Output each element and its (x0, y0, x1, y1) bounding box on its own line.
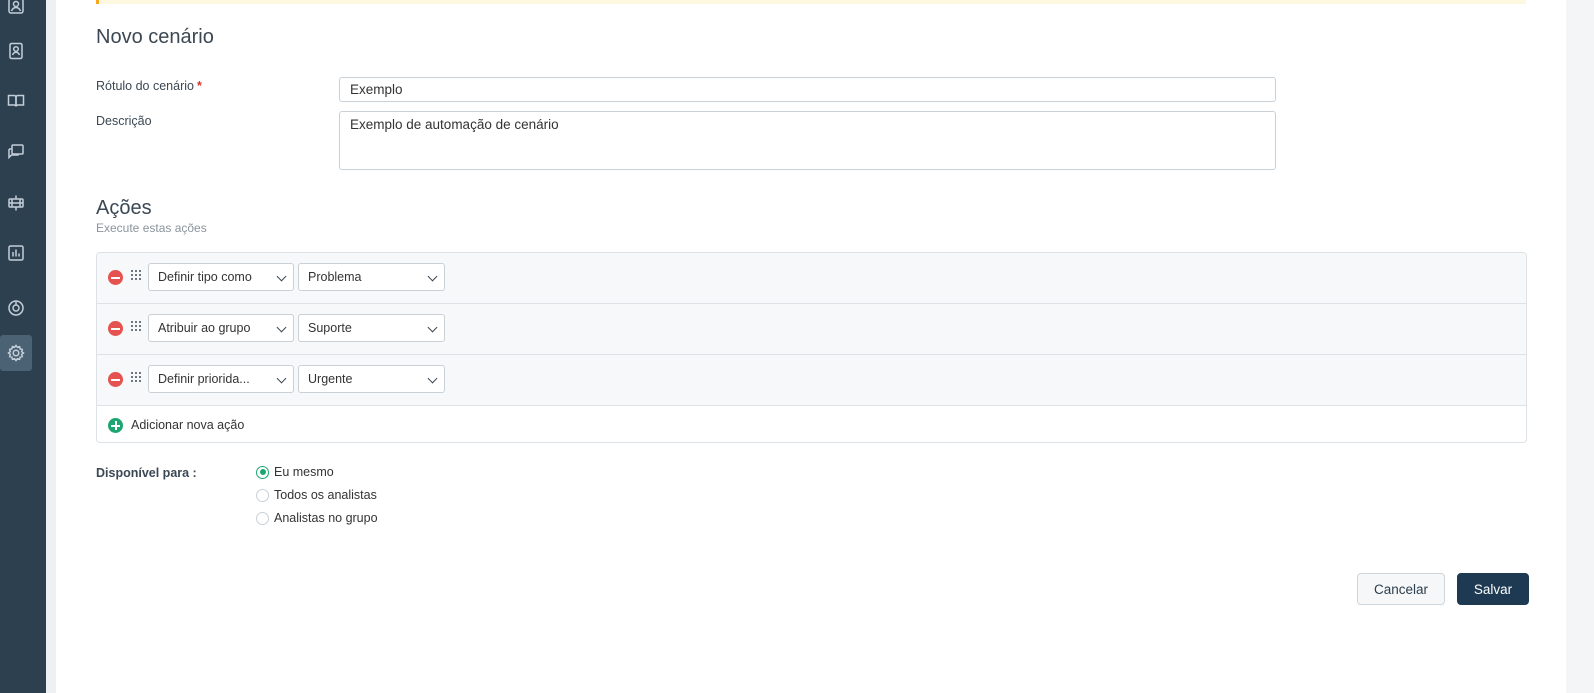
action-type-value: Atribuir ao grupo (158, 321, 251, 335)
remove-action-button[interactable] (108, 270, 123, 285)
contact-icon[interactable] (0, 0, 32, 24)
drag-handle-icon[interactable] (131, 270, 143, 282)
chevron-down-icon (427, 373, 438, 384)
actions-section-subtitle: Execute estas ações (96, 221, 207, 235)
reports-icon[interactable] (0, 235, 32, 271)
action-value: Suporte (308, 321, 352, 335)
chevron-down-icon (276, 322, 287, 333)
action-value-select[interactable]: Problema (298, 263, 445, 291)
chevron-down-icon (276, 271, 287, 282)
drag-handle-icon[interactable] (131, 372, 143, 384)
action-type-value: Definir priorida... (158, 372, 250, 386)
settings-icon[interactable] (0, 335, 32, 371)
action-row: Atribuir ao grupo Suporte (97, 304, 1526, 355)
action-type-select[interactable]: Definir tipo como (148, 263, 294, 291)
scenario-label-input[interactable]: Exemplo (339, 77, 1276, 102)
scenario-form-panel: Novo cenário Rótulo do cenário * Exemplo … (56, 0, 1566, 693)
action-row: Definir tipo como Problema (97, 253, 1526, 304)
action-type-select[interactable]: Definir priorida... (148, 365, 294, 393)
radio-option-label: Todos os analistas (274, 488, 377, 502)
radio-button[interactable] (256, 488, 269, 502)
actions-section-title: Ações (96, 197, 152, 219)
action-value-select[interactable]: Urgente (298, 365, 445, 393)
chevron-down-icon (276, 373, 287, 384)
description-label: Descrição (96, 114, 152, 128)
add-action-label[interactable]: Adicionar nova ação (131, 418, 244, 432)
radio-option-me[interactable]: Eu mesmo (256, 463, 334, 481)
action-type-select[interactable]: Atribuir ao grupo (148, 314, 294, 342)
save-button[interactable]: Salvar (1457, 573, 1529, 605)
action-value: Problema (308, 270, 362, 284)
action-type-value: Definir tipo como (158, 270, 252, 284)
admin-icon[interactable] (0, 185, 32, 221)
radio-option-label: Analistas no grupo (274, 511, 378, 525)
scenario-label-label: Rótulo do cenário * (96, 79, 202, 93)
right-gutter (1566, 0, 1594, 693)
availability-label: Disponível para : (96, 466, 197, 480)
remove-action-button[interactable] (108, 372, 123, 387)
cancel-button[interactable]: Cancelar (1357, 573, 1445, 605)
chat-icon[interactable] (0, 290, 32, 326)
scenario-label-text: Rótulo do cenário (96, 79, 194, 93)
sidebar (0, 0, 46, 693)
radio-option-label: Eu mesmo (274, 465, 334, 479)
remove-action-button[interactable] (108, 321, 123, 336)
warning-banner (96, 0, 1526, 4)
page-title: Novo cenário (96, 26, 214, 48)
contact-card-icon[interactable] (0, 33, 32, 69)
description-textarea[interactable]: Exemplo de automação de cenário (339, 111, 1276, 170)
chevron-down-icon (427, 271, 438, 282)
radio-option-all-agents[interactable]: Todos os analistas (256, 486, 377, 504)
radio-button-checked[interactable] (256, 465, 269, 479)
action-row: Definir priorida... Urgente (97, 355, 1526, 406)
required-mark: * (196, 79, 202, 93)
add-action-icon[interactable] (108, 418, 123, 433)
content-gutter (46, 0, 56, 693)
drag-handle-icon[interactable] (131, 321, 143, 333)
knowledge-book-icon[interactable] (0, 83, 32, 119)
add-action-row[interactable]: Adicionar nova ação (97, 406, 1526, 442)
action-value: Urgente (308, 372, 353, 386)
actions-list: Definir tipo como Problema Atribuir ao g… (96, 252, 1527, 443)
conversations-icon[interactable] (0, 134, 32, 170)
chevron-down-icon (427, 322, 438, 333)
radio-option-group-agents[interactable]: Analistas no grupo (256, 509, 378, 527)
action-value-select[interactable]: Suporte (298, 314, 445, 342)
radio-button[interactable] (256, 511, 269, 525)
